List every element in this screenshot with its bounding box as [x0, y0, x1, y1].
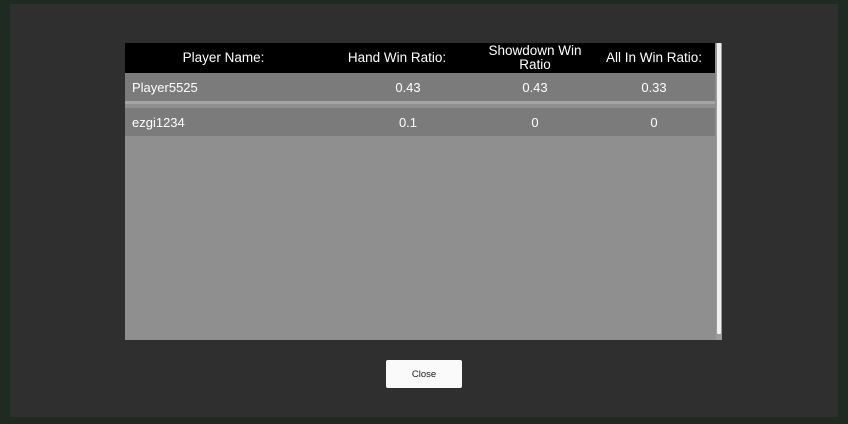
header-player-name: Player Name:	[182, 50, 265, 65]
stats-modal: Player Name: Hand Win Ratio: Showdown Wi…	[10, 4, 838, 417]
scrollbar-thumb[interactable]	[717, 43, 721, 334]
header-hand-win-ratio: Hand Win Ratio:	[347, 50, 447, 65]
stats-table[interactable]: Player Name: Hand Win Ratio: Showdown Wi…	[125, 43, 722, 340]
table-row[interactable]: Player5525 0.43 0.43 0.33	[125, 73, 715, 101]
cell-showdown-win-ratio: 0.43	[522, 79, 548, 95]
cell-player-name: ezgi1234	[132, 114, 185, 130]
cell-hand-win-ratio: 0.43	[395, 79, 421, 95]
table-row[interactable]: ezgi1234 0.1 0 0	[125, 108, 715, 136]
header-showdown-win-ratio: Showdown Win Ratio	[488, 43, 582, 72]
cell-all-in-win-ratio: 0	[650, 114, 658, 130]
close-button[interactable]: Close	[386, 360, 462, 388]
row-divider	[125, 101, 715, 104]
cell-player-name: Player5525	[132, 79, 198, 95]
table-header: Player Name: Hand Win Ratio: Showdown Wi…	[125, 43, 715, 73]
cell-showdown-win-ratio: 0	[531, 114, 539, 130]
cell-hand-win-ratio: 0.1	[398, 114, 418, 130]
cell-all-in-win-ratio: 0.33	[641, 79, 667, 95]
scrollbar[interactable]	[716, 43, 722, 340]
header-all-in-win-ratio: All In Win Ratio:	[605, 50, 703, 65]
